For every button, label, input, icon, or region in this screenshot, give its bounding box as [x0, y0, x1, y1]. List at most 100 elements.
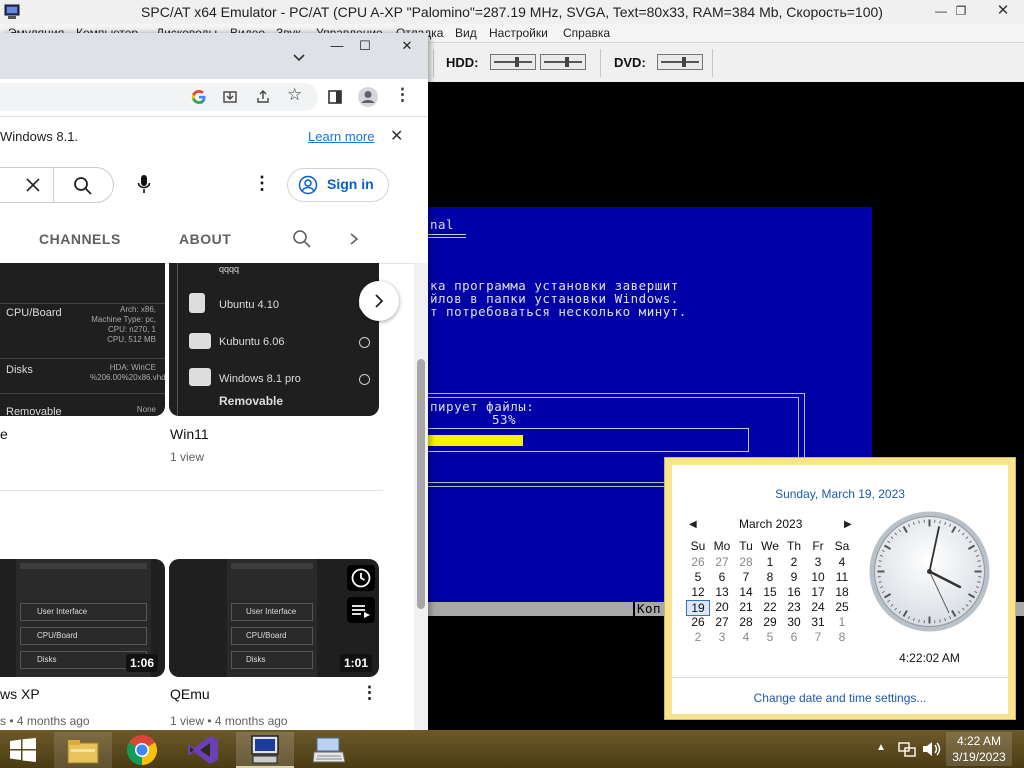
close-button[interactable]: ✕	[988, 0, 1018, 22]
menu-view[interactable]: Вид	[455, 26, 477, 40]
tab-channels[interactable]: CHANNELS	[39, 231, 121, 247]
page-scrollbar[interactable]	[414, 263, 428, 745]
channel-search-icon[interactable]	[292, 229, 312, 249]
calendar-day[interactable]: 6	[710, 570, 734, 584]
video-thumbnail[interactable]: qqqq Ubuntu 4.10 Kubuntu 6.06 Windows 8.…	[169, 263, 379, 416]
calendar-day[interactable]: 1	[758, 555, 782, 569]
hdd-1-indicator[interactable]	[490, 54, 536, 70]
calendar-day[interactable]: 10	[806, 570, 830, 584]
more-options-icon[interactable]: ⋮	[253, 173, 271, 194]
install-app-icon[interactable]	[222, 89, 238, 105]
calendar-day[interactable]: 22	[758, 600, 782, 614]
calendar-day-other-month[interactable]: 8	[830, 630, 854, 644]
scrollbar-thumb[interactable]	[417, 359, 425, 609]
month-label[interactable]: March 2023	[739, 517, 802, 531]
video-thumbnail[interactable]: CPU/Board Arch: x86, Machine Type: pc, C…	[0, 263, 165, 416]
google-icon[interactable]	[191, 89, 207, 105]
calendar-day[interactable]: 14	[734, 585, 758, 599]
menu-help[interactable]: Справка	[563, 26, 610, 40]
tab-about[interactable]: ABOUT	[179, 231, 231, 247]
bookmark-star-icon[interactable]: ☆	[287, 85, 302, 105]
calendar-day[interactable]: 2	[782, 555, 806, 569]
taskbar-chrome[interactable]	[114, 732, 172, 768]
calendar-day[interactable]: 4	[830, 555, 854, 569]
clear-search-icon[interactable]	[25, 177, 41, 193]
calendar-day[interactable]: 8	[758, 570, 782, 584]
calendar-day[interactable]: 18	[830, 585, 854, 599]
next-month-icon[interactable]: ▶	[844, 519, 852, 530]
calendar-day-other-month[interactable]: 5	[758, 630, 782, 644]
calendar-day-other-month[interactable]: 2	[686, 630, 710, 644]
taskbar-emulator[interactable]	[236, 732, 294, 768]
calendar-day[interactable]: 7	[734, 570, 758, 584]
calendar-day[interactable]: 25	[830, 600, 854, 614]
volume-icon[interactable]	[922, 740, 942, 758]
tab-search-chevron-icon[interactable]	[292, 53, 306, 63]
calendar-day[interactable]: 28	[734, 615, 758, 629]
calendar-day-today[interactable]: 19	[686, 600, 710, 616]
microphone-icon[interactable]	[137, 174, 151, 196]
calendar-day-other-month[interactable]: 28	[734, 555, 758, 569]
taskbar-file-explorer[interactable]	[54, 732, 112, 768]
profile-avatar-icon[interactable]	[357, 86, 379, 108]
video-menu-icon[interactable]: ⋮	[361, 683, 378, 703]
network-icon[interactable]	[898, 740, 916, 758]
taskbar-keyboard-app[interactable]	[300, 732, 358, 768]
video-thumbnail[interactable]: User Interface CPU/Board Disks 1:06	[0, 559, 165, 677]
video-title[interactable]: e	[0, 426, 8, 442]
add-to-queue-button[interactable]	[347, 597, 375, 623]
change-datetime-link[interactable]: Change date and time settings...	[672, 691, 1008, 705]
prev-month-icon[interactable]: ◀	[689, 519, 697, 530]
calendar-day[interactable]: 9	[782, 570, 806, 584]
calendar-day[interactable]: 23	[782, 600, 806, 614]
calendar-day-other-month[interactable]: 7	[806, 630, 830, 644]
carousel-next-button[interactable]	[359, 281, 399, 321]
hdd-2-indicator[interactable]	[540, 54, 586, 70]
show-hidden-icons-icon[interactable]: ▲	[876, 742, 886, 753]
calendar-day[interactable]: 12	[686, 585, 710, 599]
search-icon[interactable]	[73, 176, 93, 196]
info-bar-close-icon[interactable]: ✕	[390, 126, 403, 146]
browser-maximize-button[interactable]: ☐	[348, 33, 382, 59]
taskbar-clock[interactable]: 4:22 AM 3/19/2023	[946, 732, 1012, 766]
long-date[interactable]: Sunday, March 19, 2023	[672, 487, 1008, 501]
emulator-title-bar[interactable]: SPC/AT x64 Emulator - PC/AT (CPU A-XP "P…	[0, 0, 1024, 25]
calendar-day[interactable]: 20	[710, 600, 734, 614]
share-icon[interactable]	[255, 89, 271, 105]
calendar-day[interactable]: 17	[806, 585, 830, 599]
video-title[interactable]: Win11	[170, 426, 209, 442]
calendar-day[interactable]: 11	[830, 570, 854, 584]
calendar-day-other-month[interactable]: 1	[830, 615, 854, 629]
calendar-day-other-month[interactable]: 6	[782, 630, 806, 644]
calendar-day-other-month[interactable]: 27	[710, 555, 734, 569]
calendar-day[interactable]: 21	[734, 600, 758, 614]
video-title[interactable]: QEmu	[170, 686, 210, 702]
calendar-day-other-month[interactable]: 4	[734, 630, 758, 644]
learn-more-link[interactable]: Learn more	[308, 129, 374, 144]
calendar-day[interactable]: 30	[782, 615, 806, 629]
search-box[interactable]	[0, 167, 114, 203]
watch-later-button[interactable]	[347, 565, 375, 591]
calendar-day[interactable]: 29	[758, 615, 782, 629]
calendar-day[interactable]: 16	[782, 585, 806, 599]
side-panel-icon[interactable]	[327, 89, 343, 105]
calendar-day-other-month[interactable]: 3	[710, 630, 734, 644]
calendar-day[interactable]: 5	[686, 570, 710, 584]
calendar-day[interactable]: 26	[686, 615, 710, 629]
calendar-day[interactable]: 3	[806, 555, 830, 569]
calendar-day[interactable]: 15	[758, 585, 782, 599]
video-thumbnail[interactable]: User Interface CPU/Board Disks 1:01	[169, 559, 379, 677]
tabs-next-chevron-icon[interactable]	[348, 232, 360, 246]
calendar-day-other-month[interactable]: 26	[686, 555, 710, 569]
menu-settings[interactable]: Настройки	[489, 26, 548, 40]
taskbar-visual-studio[interactable]	[174, 732, 232, 768]
browser-close-button[interactable]: ✕	[390, 33, 424, 59]
browser-menu-icon[interactable]: ⋮	[394, 85, 411, 105]
dvd-indicator[interactable]	[657, 54, 703, 70]
sign-in-button[interactable]: Sign in	[287, 168, 389, 202]
calendar-day[interactable]: 27	[710, 615, 734, 629]
start-windows-icon[interactable]	[10, 738, 36, 762]
calendar-day[interactable]: 13	[710, 585, 734, 599]
video-title[interactable]: ws XP	[0, 686, 40, 702]
restore-button[interactable]: ❐	[946, 0, 976, 22]
